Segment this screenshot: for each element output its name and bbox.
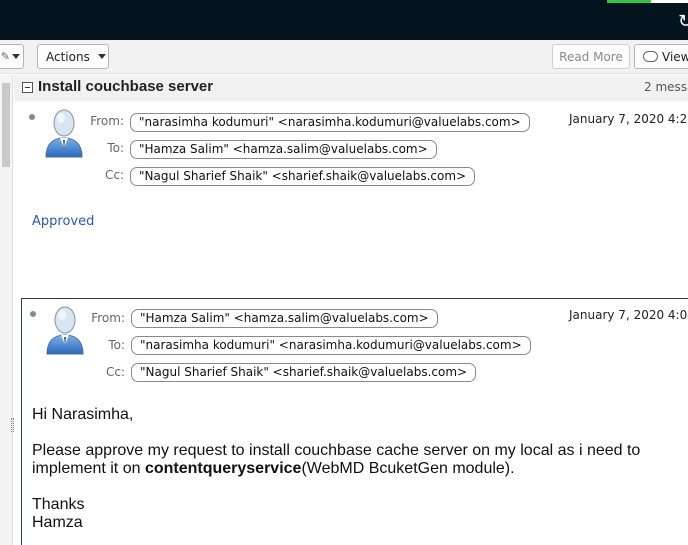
read-more-label: Read More	[559, 49, 623, 64]
status-indicator-green	[607, 0, 651, 3]
body-thanks: Thanks	[32, 496, 85, 513]
actions-label: Actions	[46, 49, 90, 64]
body-greeting: Hi Narasimha,	[32, 406, 134, 423]
message-date: January 7, 2020 4:04 P	[569, 308, 688, 322]
tag-icon: ✎	[0, 50, 10, 63]
body-bold-text: contentqueryservice	[144, 460, 302, 477]
message-toolbar: ✎ Actions Read More View	[0, 40, 688, 74]
sender-chip[interactable]: "narasimha kodumuri" <narasimha.kodumuri…	[130, 113, 530, 132]
message-item-selected[interactable]: From: "Hamza Salim" <hamza.salim@valuela…	[21, 298, 688, 545]
recipient-chip[interactable]: "narasimha kodumuri" <narasimha.kodumuri…	[131, 336, 531, 355]
tag-dropdown-button[interactable]: ✎	[0, 44, 24, 69]
unread-dot-icon	[29, 114, 35, 120]
left-scrollbar[interactable]	[0, 75, 14, 545]
thread-header: Install couchbase server 2 messag	[14, 75, 688, 101]
body-text: (WebMD BcuketGen module).	[301, 460, 515, 477]
cc-chip[interactable]: "Nagul Sharief Shaik" <sharief.shaik@val…	[131, 363, 477, 382]
sender-chip[interactable]: "Hamza Salim" <hamza.salim@valuelabs.com…	[131, 309, 438, 328]
body-text: implement it on	[32, 460, 145, 477]
body-signature: Hamza	[32, 514, 83, 531]
unread-dot-icon	[30, 311, 36, 317]
from-label: From:	[90, 114, 124, 128]
from-label: From:	[91, 311, 125, 325]
message-date: January 7, 2020 4:25 P	[569, 112, 688, 126]
chevron-down-icon	[12, 54, 20, 59]
view-button[interactable]: View	[634, 44, 688, 69]
resize-grip-icon[interactable]	[11, 418, 14, 432]
refresh-icon[interactable]: ↻	[678, 13, 688, 31]
cc-label: Cc:	[104, 168, 124, 182]
app-title-bar: ↻	[0, 0, 688, 40]
message-body: Hi Narasimha, Please approve my request …	[32, 406, 688, 532]
message-count: 2 messag	[644, 80, 688, 94]
scrollbar-thumb[interactable]	[2, 83, 10, 167]
cc-label: Cc:	[105, 365, 125, 379]
thread-subject: Install couchbase server	[38, 78, 214, 95]
chevron-down-icon	[97, 54, 106, 59]
actions-dropdown-button[interactable]: Actions	[37, 44, 109, 69]
user-avatar-icon	[45, 109, 83, 158]
to-label: To:	[108, 338, 125, 352]
message-body: Approved	[32, 214, 95, 229]
collapse-icon[interactable]	[22, 82, 33, 93]
speech-bubble-icon	[643, 51, 658, 62]
status-indicator-white	[651, 0, 688, 3]
cc-chip[interactable]: "Nagul Sharief Shaik" <sharief.shaik@val…	[130, 167, 476, 186]
read-more-button[interactable]: Read More	[552, 44, 630, 69]
message-item[interactable]: From: "narasimha kodumuri" <narasimha.ko…	[14, 101, 688, 298]
recipient-chip[interactable]: "Hamza Salim" <hamza.salim@valuelabs.com…	[130, 140, 437, 159]
body-line: implement it on contentqueryservice(WebM…	[32, 460, 688, 478]
user-avatar-icon	[46, 306, 84, 355]
view-label: View	[662, 49, 688, 64]
to-label: To:	[107, 141, 124, 155]
body-line: Please approve my request to install cou…	[32, 442, 641, 459]
